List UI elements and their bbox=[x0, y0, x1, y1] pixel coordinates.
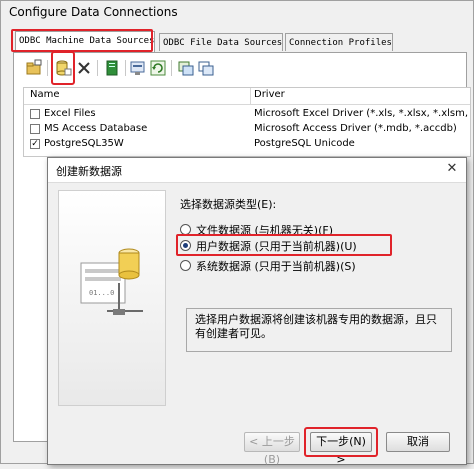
toolbar-separator bbox=[171, 60, 172, 76]
option-system-data-source-label[interactable]: 系统数据源 (只用于当前机器)(S) bbox=[196, 258, 356, 274]
data-source-list: Name Driver Excel Files Microsoft Excel … bbox=[23, 87, 471, 157]
highlight-box-add-button bbox=[51, 51, 75, 85]
tab-connection-profiles[interactable]: Connection Profiles bbox=[285, 33, 393, 51]
column-header-driver[interactable]: Driver bbox=[254, 89, 285, 100]
svg-text:01...0: 01...0 bbox=[89, 289, 114, 297]
row-name: MS Access Database bbox=[44, 123, 148, 134]
column-divider[interactable] bbox=[250, 88, 251, 104]
radio-user-data-source[interactable] bbox=[180, 240, 191, 251]
row-name: PostgreSQL35W bbox=[44, 138, 124, 149]
close-icon[interactable]: ✕ bbox=[444, 161, 460, 177]
window-title: Configure Data Connections bbox=[9, 5, 178, 19]
toolbar-separator bbox=[97, 60, 98, 76]
row-driver: PostgreSQL Unicode bbox=[254, 138, 355, 149]
row-driver: Microsoft Excel Driver (*.xls, *.xlsx, *… bbox=[254, 108, 470, 119]
connect-icon[interactable] bbox=[177, 59, 195, 77]
back-button[interactable]: < 上一步(B) bbox=[244, 432, 300, 466]
highlight-box-tab bbox=[11, 29, 153, 52]
radio-system-data-source[interactable] bbox=[180, 260, 191, 271]
list-header: Name Driver bbox=[24, 88, 470, 105]
highlight-box-next-button bbox=[304, 427, 378, 457]
tab-odbc-file-data-sources[interactable]: ODBC File Data Sources bbox=[159, 33, 283, 51]
copy-icon[interactable] bbox=[197, 59, 215, 77]
row-checkbox[interactable] bbox=[30, 109, 40, 119]
list-row[interactable]: Excel Files Microsoft Excel Driver (*.xl… bbox=[24, 107, 470, 122]
delete-icon[interactable] bbox=[75, 59, 93, 77]
row-checkbox[interactable] bbox=[30, 124, 40, 134]
data-source-type-prompt: 选择数据源类型(E): bbox=[180, 198, 277, 211]
row-checkbox-checked[interactable]: ✓ bbox=[30, 139, 40, 149]
column-header-name[interactable]: Name bbox=[30, 89, 60, 100]
create-new-data-source-dialog: 创建新数据源 ✕ 01...0 选择数据源类型(E): 文件数据源 (与机器无关… bbox=[47, 157, 467, 466]
open-folder-icon[interactable] bbox=[25, 59, 43, 77]
dialog-title: 创建新数据源 bbox=[56, 165, 122, 178]
dialog-illustration-panel: 01...0 bbox=[58, 190, 166, 406]
row-driver: Microsoft Access Driver (*.mdb, *.accdb) bbox=[254, 123, 457, 134]
toolbar-separator bbox=[125, 60, 126, 76]
script-icon[interactable] bbox=[103, 59, 121, 77]
option-user-data-source-label[interactable]: 用户数据源 (只用于当前机器)(U) bbox=[196, 238, 357, 254]
list-row[interactable]: ✓ PostgreSQL35W PostgreSQL Unicode bbox=[24, 137, 470, 152]
cancel-button[interactable]: 取消 bbox=[386, 432, 450, 452]
configure-data-connections-window: Configure Data Connections ODBC Machine … bbox=[0, 0, 474, 466]
list-row[interactable]: MS Access Database Microsoft Access Driv… bbox=[24, 122, 470, 137]
row-name: Excel Files bbox=[44, 108, 96, 119]
config-icon[interactable] bbox=[129, 59, 147, 77]
refresh-icon[interactable] bbox=[149, 59, 167, 77]
toolbar-separator bbox=[47, 60, 48, 76]
title-bar: Configure Data Connections bbox=[1, 1, 473, 23]
dialog-title-bar: 创建新数据源 ✕ bbox=[48, 158, 466, 183]
description-box: 选择用户数据源将创建该机器专用的数据源，且只有创建者可见。 bbox=[186, 308, 452, 352]
database-server-icon: 01...0 bbox=[80, 248, 143, 315]
